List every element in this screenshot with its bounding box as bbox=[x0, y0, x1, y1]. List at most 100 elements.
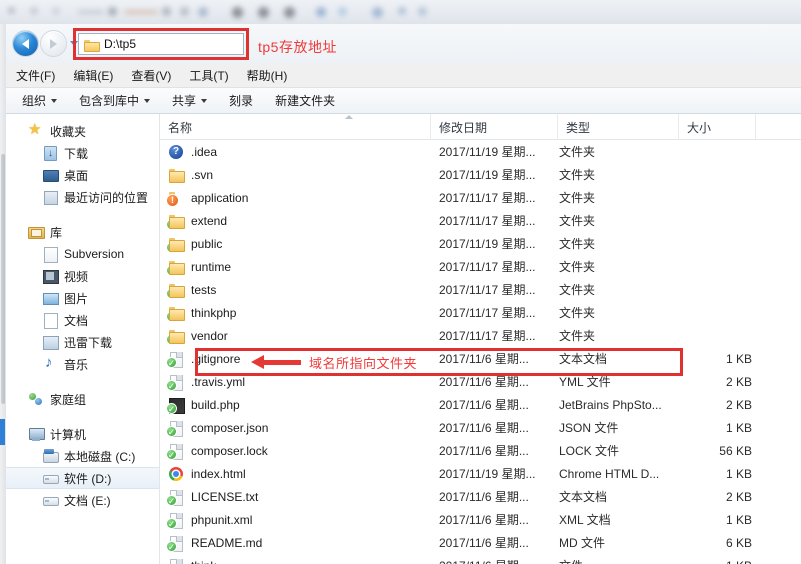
nav-item-videos-label: 视频 bbox=[64, 269, 89, 284]
nav-item-drive-d[interactable]: 软件 (D:) bbox=[6, 467, 159, 489]
menu-item-file[interactable]: 文件(F) bbox=[16, 67, 55, 84]
file-size-cell: 1 KB bbox=[725, 466, 752, 481]
file-size-cell: 56 KB bbox=[719, 443, 752, 458]
table-row[interactable]: application 2017/11/17 星期... 文件夹 bbox=[160, 186, 801, 209]
nav-item-subversion[interactable]: Subversion bbox=[6, 243, 159, 265]
nav-item-thunder-download[interactable]: 迅雷下载 bbox=[6, 331, 159, 353]
nav-item-thunder-download-label: 迅雷下载 bbox=[64, 335, 113, 350]
table-row[interactable]: ✓ README.md 2017/11/6 星期... MD 文件 6 KB bbox=[160, 531, 801, 554]
column-header-name-label: 名称 bbox=[168, 120, 193, 135]
column-header-name[interactable]: 名称 bbox=[160, 114, 431, 140]
table-row[interactable]: ✓ tests 2017/11/17 星期... 文件夹 bbox=[160, 278, 801, 301]
nav-item-recent-places[interactable]: 最近访问的位置 bbox=[6, 186, 159, 208]
table-row[interactable]: ✓ composer.json 2017/11/6 星期... JSON 文件 1 KB bbox=[160, 416, 801, 439]
file-name-text: .idea bbox=[191, 144, 218, 159]
column-header-row: 名称 修改日期 类型 大小 bbox=[160, 114, 801, 140]
command-burn[interactable]: 刻录 bbox=[229, 92, 253, 109]
file-name-cell: ✓ README.md bbox=[166, 535, 262, 552]
file-name-cell: ✓ .gitignore bbox=[166, 351, 240, 368]
documents-icon bbox=[42, 312, 58, 329]
table-row[interactable]: ✓ composer.lock 2017/11/6 星期... LOCK 文件 56 K… bbox=[160, 439, 801, 462]
nav-group-computer[interactable]: 计算机 bbox=[6, 423, 159, 445]
nav-item-videos[interactable]: 视频 bbox=[6, 265, 159, 287]
table-row[interactable]: ✓ runtime 2017/11/17 星期... 文件夹 bbox=[160, 255, 801, 278]
nav-item-drive-e[interactable]: 文档 (E:) bbox=[6, 489, 159, 511]
forward-arrow-icon[interactable] bbox=[40, 30, 67, 57]
homegroup-icon bbox=[28, 391, 44, 407]
address-input[interactable]: D:\tp5 bbox=[78, 33, 244, 55]
column-header-date[interactable]: 修改日期 bbox=[431, 114, 558, 140]
table-row[interactable]: ✓ .travis.yml 2017/11/6 星期... YML 文件 2 KB bbox=[160, 370, 801, 393]
back-arrow-icon[interactable] bbox=[12, 30, 39, 57]
svn-ok-badge-icon: ✓ bbox=[166, 402, 177, 414]
menu-item-tools[interactable]: 工具(T) bbox=[189, 67, 228, 84]
file-date-cell: 2017/11/6 星期... bbox=[439, 513, 529, 527]
menu-item-edit[interactable]: 编辑(E) bbox=[73, 67, 113, 84]
folder-icon: ✓ bbox=[166, 236, 185, 253]
scroll-thumb[interactable] bbox=[1, 154, 5, 404]
nav-group-homegroup[interactable]: 家庭组 bbox=[6, 388, 159, 410]
column-header-size[interactable]: 大小 bbox=[679, 114, 756, 140]
file-name-cell: .svn bbox=[168, 167, 213, 183]
nav-item-documents[interactable]: 文档 bbox=[6, 309, 159, 331]
address-path-text: D:\tp5 bbox=[104, 37, 137, 51]
nav-item-pictures[interactable]: 图片 bbox=[6, 287, 159, 309]
table-row[interactable]: .idea 2017/11/19 星期... 文件夹 bbox=[160, 140, 801, 163]
file-type-cell: 文件夹 bbox=[559, 145, 596, 159]
command-organize-label: 组织 bbox=[22, 94, 47, 108]
table-row[interactable]: ✓ public 2017/11/19 星期... 文件夹 bbox=[160, 232, 801, 255]
file-name-cell: ✓ think bbox=[166, 558, 216, 564]
menu-item-view[interactable]: 查看(V) bbox=[131, 67, 171, 84]
file-name-cell: ✓ thinkphp bbox=[166, 305, 236, 322]
folder-icon: ✓ bbox=[166, 328, 185, 345]
file-type-cell: 文件 bbox=[559, 557, 583, 564]
chevron-down-icon bbox=[51, 98, 58, 103]
command-organize[interactable]: 组织 bbox=[22, 92, 58, 109]
file-name-text: index.html bbox=[191, 466, 246, 481]
text-file-icon: ✓ bbox=[166, 489, 184, 506]
file-list-pane[interactable]: 名称 修改日期 类型 大小 .idea2017/11/19 星期...文件夹.s… bbox=[160, 114, 801, 564]
file-date-cell: 2017/11/17 星期... bbox=[439, 214, 536, 228]
command-new-folder[interactable]: 新建文件夹 bbox=[275, 92, 335, 109]
recent-places-icon bbox=[42, 189, 58, 205]
subversion-icon bbox=[42, 246, 58, 263]
nav-group-favorites[interactable]: 收藏夹 bbox=[6, 120, 159, 142]
navigation-pane[interactable]: 收藏夹 下载 桌面 最近访问的位置 库 bbox=[6, 114, 160, 564]
column-header-type[interactable]: 类型 bbox=[558, 114, 679, 140]
nav-group-libraries-label: 库 bbox=[50, 225, 63, 240]
table-row[interactable]: ✓ extend 2017/11/17 星期... 文件夹 bbox=[160, 209, 801, 232]
file-name-cell: index.html bbox=[168, 466, 246, 482]
column-header-date-label: 修改日期 bbox=[439, 120, 488, 135]
thunder-download-icon bbox=[42, 334, 59, 350]
text-file-icon: ✓ bbox=[166, 351, 184, 368]
command-share[interactable]: 共享 bbox=[172, 92, 208, 109]
table-row[interactable]: ✓ build.php 2017/11/6 星期... JetBrains PhpSt… bbox=[160, 393, 801, 416]
command-include-in-library[interactable]: 包含到库中 bbox=[79, 92, 151, 109]
nav-item-drive-c[interactable]: 本地磁盘 (C:) bbox=[6, 445, 159, 467]
file-date-cell: 2017/11/6 星期... bbox=[439, 444, 529, 458]
nav-group-libraries[interactable]: 库 bbox=[6, 221, 159, 243]
nav-item-subversion-label: Subversion bbox=[64, 247, 125, 261]
svn-ok-badge-icon: ✓ bbox=[166, 287, 177, 299]
svn-ok-badge-icon: ✓ bbox=[166, 379, 177, 391]
file-date-cell: 2017/11/19 星期... bbox=[439, 145, 536, 159]
table-row[interactable]: ✓ phpunit.xml 2017/11/6 星期... XML 文档 1 KB bbox=[160, 508, 801, 531]
recent-locations-chevron-icon[interactable] bbox=[70, 41, 78, 46]
command-include-in-library-label: 包含到库中 bbox=[79, 94, 140, 108]
nav-item-drive-d-label: 软件 (D:) bbox=[64, 471, 112, 486]
table-row[interactable]: .svn 2017/11/19 星期... 文件夹 bbox=[160, 163, 801, 186]
blurred-browser-chrome bbox=[0, 0, 801, 24]
table-row[interactable]: ✓ thinkphp 2017/11/17 星期... 文件夹 bbox=[160, 301, 801, 324]
file-name-cell: ✓ LICENSE.txt bbox=[166, 489, 258, 506]
table-row[interactable]: ✓ think 2017/11/6 星期... 文件 1 KB bbox=[160, 554, 801, 564]
nav-item-music[interactable]: 音乐 bbox=[6, 353, 159, 375]
file-type-cell: 文件夹 bbox=[559, 168, 596, 182]
nav-item-downloads[interactable]: 下载 bbox=[6, 142, 159, 164]
file-name-cell: ✓ composer.json bbox=[166, 420, 268, 437]
menu-item-help[interactable]: 帮助(H) bbox=[247, 67, 288, 84]
table-row[interactable]: index.html 2017/11/19 星期... Chrome HTML D.… bbox=[160, 462, 801, 485]
nav-item-desktop[interactable]: 桌面 bbox=[6, 164, 159, 186]
table-row[interactable]: ✓ vendor 2017/11/17 星期... 文件夹 bbox=[160, 324, 801, 347]
folder-icon: ✓ bbox=[166, 259, 185, 276]
table-row[interactable]: ✓ LICENSE.txt 2017/11/6 星期... 文本文档 2 KB bbox=[160, 485, 801, 508]
